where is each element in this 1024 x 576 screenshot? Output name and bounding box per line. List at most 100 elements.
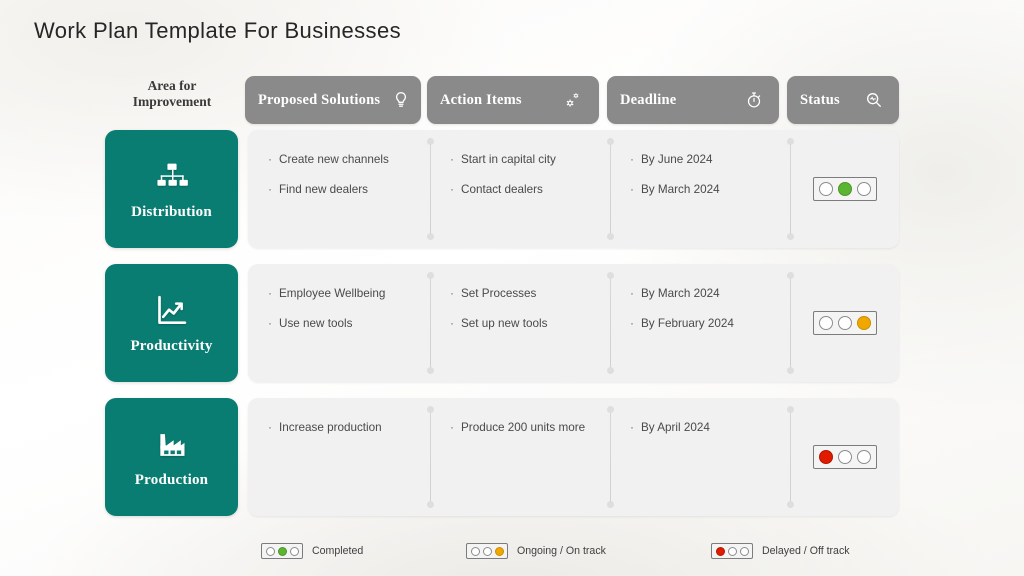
column-header-label: Action Items <box>440 92 522 109</box>
list-item: · By March 2024 <box>630 182 778 198</box>
page-title: Work Plan Template For Businesses <box>34 18 401 44</box>
traffic-light-indicator <box>261 543 303 559</box>
cell-action-items: · Set Processes · Set up new tools <box>430 264 610 382</box>
status-badge[interactable] <box>813 311 877 335</box>
status-lamp-right <box>740 547 749 556</box>
column-header-deadline[interactable]: Deadline <box>607 76 779 124</box>
traffic-light-indicator <box>813 445 877 469</box>
status-badge[interactable] <box>813 445 877 469</box>
area-header-line2: Improvement <box>105 94 239 110</box>
list-item: · By April 2024 <box>630 420 778 436</box>
bullet-dot: · <box>630 420 639 436</box>
bullet-dot: · <box>450 152 459 168</box>
status-lamp-middle <box>483 547 492 556</box>
list-item: · Start in capital city <box>450 152 598 168</box>
cell-deadline: · By April 2024 <box>610 398 790 516</box>
bullet-dot: · <box>268 420 277 436</box>
column-header-proposed-solutions[interactable]: Proposed Solutions <box>245 76 421 124</box>
table-row: Productivity · Employee Wellbeing · Use … <box>105 264 1024 382</box>
list-item: · By June 2024 <box>630 152 778 168</box>
status-badge[interactable] <box>813 177 877 201</box>
status-lamp-right <box>857 182 871 196</box>
list-item-text: Employee Wellbeing <box>279 286 418 301</box>
row-content-card: · Create new channels · Find new dealers… <box>248 130 899 248</box>
list-item-text: Set Processes <box>461 286 598 301</box>
column-header-status[interactable]: Status <box>787 76 899 124</box>
status-lamp-right <box>290 547 299 556</box>
cell-status <box>790 130 899 248</box>
list-item-text: Find new dealers <box>279 182 418 197</box>
bullet-dot: · <box>268 286 277 302</box>
gears-icon <box>563 89 585 111</box>
list-item: · By March 2024 <box>630 286 778 302</box>
status-lamp-left <box>819 450 833 464</box>
list-item: · Find new dealers <box>268 182 418 198</box>
legend-item-delayed: Delayed / Off track <box>711 538 850 564</box>
cell-proposed-solutions: · Employee Wellbeing · Use new tools <box>248 264 430 382</box>
bullet-dot: · <box>630 152 639 168</box>
traffic-light-indicator <box>466 543 508 559</box>
list-item: · Create new channels <box>268 152 418 168</box>
column-header-label: Status <box>800 92 840 109</box>
table-row: Distribution · Create new channels · Fin… <box>105 130 1024 248</box>
traffic-light-indicator <box>813 311 877 335</box>
list-item: · Use new tools <box>268 316 418 332</box>
area-for-improvement-header: Area for Improvement <box>105 78 239 111</box>
cell-status <box>790 398 899 516</box>
bullet-dot: · <box>268 152 277 168</box>
list-item: · By February 2024 <box>630 316 778 332</box>
list-item-text: Create new channels <box>279 152 418 167</box>
status-lamp-left <box>716 547 725 556</box>
cell-status <box>790 264 899 382</box>
factory-icon <box>152 425 192 465</box>
stopwatch-icon <box>743 89 765 111</box>
row-content-card: · Employee Wellbeing · Use new tools · S… <box>248 264 899 382</box>
list-item-text: By March 2024 <box>641 286 778 301</box>
category-card-distribution[interactable]: Distribution <box>105 130 238 248</box>
status-lamp-middle <box>728 547 737 556</box>
bullet-dot: · <box>630 316 639 332</box>
status-lamp-middle <box>838 182 852 196</box>
legend-label: Completed <box>312 545 363 557</box>
category-card-productivity[interactable]: Productivity <box>105 264 238 382</box>
list-item: · Set up new tools <box>450 316 598 332</box>
bullet-dot: · <box>450 316 459 332</box>
category-label: Distribution <box>131 204 212 221</box>
org-chart-icon <box>152 157 192 197</box>
list-item-text: By March 2024 <box>641 182 778 197</box>
magnifier-pulse-icon <box>863 89 885 111</box>
lightbulb-icon <box>390 89 412 111</box>
bullet-dot: · <box>630 286 639 302</box>
bullet-dot: · <box>630 182 639 198</box>
status-lamp-middle <box>278 547 287 556</box>
list-item-text: By April 2024 <box>641 420 778 435</box>
list-item-text: Use new tools <box>279 316 418 331</box>
list-item-text: Start in capital city <box>461 152 598 167</box>
list-item-text: Contact dealers <box>461 182 598 197</box>
legend-item-ongoing: Ongoing / On track <box>466 538 606 564</box>
status-lamp-middle <box>838 450 852 464</box>
list-item-text: By June 2024 <box>641 152 778 167</box>
list-item-text: Increase production <box>279 420 418 435</box>
row-content-card: · Increase production · Produce 200 unit… <box>248 398 899 516</box>
category-card-production[interactable]: Production <box>105 398 238 516</box>
list-item-text: Set up new tools <box>461 316 598 331</box>
cell-deadline: · By June 2024 · By March 2024 <box>610 130 790 248</box>
status-lamp-right <box>495 547 504 556</box>
cell-action-items: · Start in capital city · Contact dealer… <box>430 130 610 248</box>
bullet-dot: · <box>268 182 277 198</box>
status-lamp-left <box>471 547 480 556</box>
status-lamp-left <box>266 547 275 556</box>
list-item: · Employee Wellbeing <box>268 286 418 302</box>
category-label: Productivity <box>130 338 212 355</box>
bullet-dot: · <box>450 286 459 302</box>
bullet-dot: · <box>268 316 277 332</box>
work-plan-slide: Work Plan Template For Businesses Area f… <box>0 0 1024 576</box>
cell-deadline: · By March 2024 · By February 2024 <box>610 264 790 382</box>
column-header-action-items[interactable]: Action Items <box>427 76 599 124</box>
cell-action-items: · Produce 200 units more <box>430 398 610 516</box>
column-header-label: Deadline <box>620 92 676 109</box>
status-lamp-right <box>857 316 871 330</box>
bullet-dot: · <box>450 420 459 436</box>
category-label: Production <box>135 472 208 489</box>
